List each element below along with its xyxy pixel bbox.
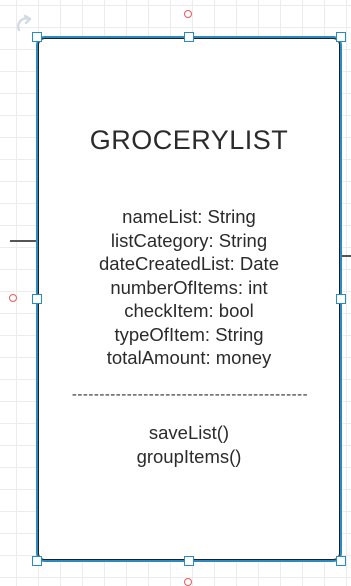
connection-point-left[interactable] — [9, 294, 17, 302]
diagram-canvas[interactable]: GROCERYLIST nameList: String listCategor… — [0, 0, 351, 586]
attribute-item[interactable]: nameList: String — [39, 205, 339, 229]
resize-handle-bottom-right[interactable] — [336, 556, 346, 566]
attribute-item[interactable]: listCategory: String — [39, 229, 339, 253]
resize-handle-bottom-center[interactable] — [184, 556, 194, 566]
connection-point-bottom[interactable] — [184, 578, 192, 586]
resize-handle-middle-left[interactable] — [32, 294, 42, 304]
operation-item[interactable]: saveList() — [39, 421, 339, 445]
resize-handle-top-center[interactable] — [184, 32, 194, 42]
operations-section: saveList() groupItems() — [39, 421, 339, 468]
operation-item[interactable]: groupItems() — [39, 445, 339, 469]
resize-handle-middle-right[interactable] — [336, 294, 346, 304]
attribute-item[interactable]: dateCreatedList: Date — [39, 252, 339, 276]
class-name[interactable]: GROCERYLIST — [39, 125, 339, 156]
uml-class-box[interactable]: GROCERYLIST nameList: String listCategor… — [36, 36, 342, 562]
attributes-section: nameList: String listCategory: String da… — [39, 205, 339, 370]
attribute-item[interactable]: checkItem: bool — [39, 299, 339, 323]
section-divider: ----------------------------------------… — [71, 387, 309, 403]
resize-handle-bottom-left[interactable] — [32, 556, 42, 566]
attribute-item[interactable]: totalAmount: money — [39, 346, 339, 370]
resize-handle-top-right[interactable] — [336, 32, 346, 42]
connection-point-top[interactable] — [184, 10, 192, 18]
resize-handle-top-left[interactable] — [32, 32, 42, 42]
attribute-item[interactable]: typeOfItem: String — [39, 323, 339, 347]
connector-line-left[interactable] — [10, 240, 38, 242]
attribute-item[interactable]: numberOfItems: int — [39, 276, 339, 300]
